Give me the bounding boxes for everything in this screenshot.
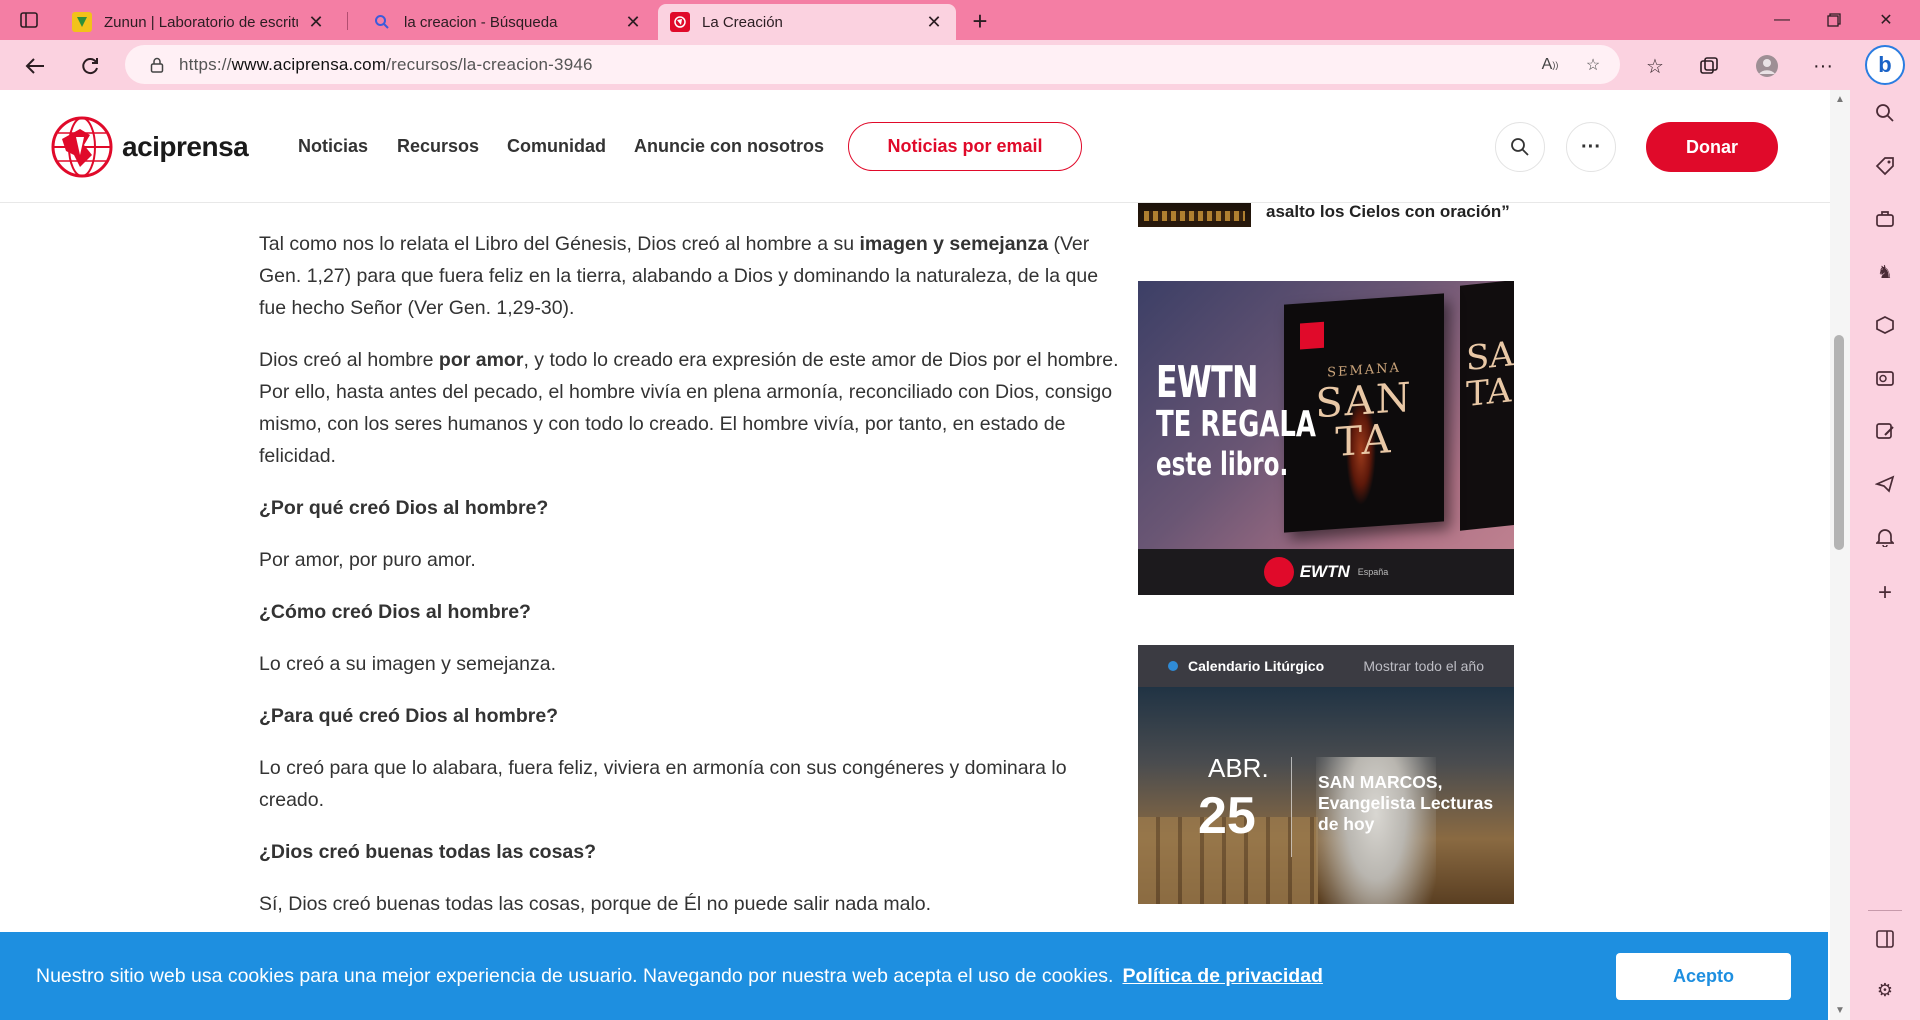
accept-cookies-button[interactable]: Acepto — [1616, 953, 1791, 1000]
paragraph: Dios creó al hombre por amor, y todo lo … — [259, 349, 1119, 467]
calendar-day: 25 — [1198, 787, 1256, 845]
minimize-button[interactable]: — — [1762, 4, 1802, 36]
restore-button[interactable] — [1814, 4, 1854, 36]
profile-avatar-icon[interactable] — [1752, 52, 1782, 80]
tab-title: la creacion - Búsqueda — [404, 13, 558, 31]
url-input[interactable]: https://www.aciprensa.com/recursos/la-cr… — [125, 45, 1620, 84]
add-favorite-icon[interactable]: ☆ — [1580, 53, 1606, 77]
nav-recursos[interactable]: Recursos — [397, 136, 479, 157]
outlook-icon[interactable] — [1870, 363, 1900, 393]
more-dots-icon: ··· — [1581, 135, 1601, 158]
add-sidebar-app-icon[interactable]: + — [1870, 578, 1900, 608]
tab-title: Zunun | Laboratorio de escritura — [104, 13, 298, 31]
microsoft-365-icon[interactable] — [1870, 310, 1900, 340]
hide-sidebar-icon[interactable] — [1870, 924, 1900, 954]
cookie-banner: Nuestro sitio web usa cookies para una m… — [0, 932, 1828, 1020]
search-icon — [1511, 138, 1529, 156]
aciprensa-favicon-icon — [670, 12, 690, 32]
sidebar-divider — [1868, 910, 1902, 911]
answer-paragraph: Lo creó para que lo alabara, fuera feliz… — [259, 757, 1067, 811]
image-creator-icon[interactable] — [1870, 416, 1900, 446]
url-text: https://www.aciprensa.com/recursos/la-cr… — [179, 54, 593, 74]
site-search-button[interactable] — [1495, 122, 1545, 172]
shopping-tag-icon[interactable] — [1870, 151, 1900, 181]
calendar-month: ABR. — [1208, 753, 1269, 783]
ad-headline: EWTN TE REGALA este libro. — [1156, 357, 1316, 484]
ad-book-back-image: SA TA — [1460, 281, 1514, 531]
ewtn-logo-icon — [1263, 557, 1294, 587]
calendar-header: Calendario Litúrgico Mostrar todo el año — [1138, 645, 1514, 687]
send-icon[interactable] — [1870, 469, 1900, 499]
tab-title: La Creación — [702, 13, 783, 31]
question-heading: ¿Por qué creó Dios al hombre? — [259, 497, 549, 519]
nav-comunidad[interactable]: Comunidad — [507, 136, 606, 157]
new-tab-button[interactable]: + — [965, 6, 995, 36]
tab-divider — [347, 12, 348, 30]
paragraph: Tal como nos lo relata el Libro del Géne… — [259, 233, 1099, 319]
tab-strip: Zunun | Laboratorio de escritura ✕ la cr… — [0, 0, 1920, 40]
lock-icon — [147, 55, 167, 75]
tab-close-icon[interactable]: ✕ — [924, 12, 944, 32]
calendar-saint-link[interactable]: SAN MARCOS, Evangelista Lecturas de hoy — [1318, 772, 1498, 835]
aciprensa-logo[interactable]: aciprensa — [50, 116, 249, 178]
tab-actions-button[interactable] — [14, 9, 44, 31]
ad-footer: EWTN España — [1138, 549, 1514, 595]
tools-briefcase-icon[interactable] — [1870, 204, 1900, 234]
collections-icon[interactable] — [1694, 52, 1724, 80]
tab-close-icon[interactable]: ✕ — [306, 12, 326, 32]
question-heading: ¿Dios creó buenas todas las cosas? — [259, 841, 597, 863]
refresh-button[interactable] — [73, 49, 107, 83]
zunun-favicon-icon — [72, 12, 92, 32]
nav-noticias[interactable]: Noticias — [298, 136, 368, 157]
tab-zunun[interactable]: Zunun | Laboratorio de escritura ✕ — [60, 4, 338, 40]
tab-la-creacion[interactable]: La Creación ✕ — [658, 4, 956, 40]
globe-logo-icon — [51, 116, 113, 178]
search-favicon-icon — [372, 12, 392, 32]
donate-button[interactable]: Donar — [1646, 122, 1778, 172]
ewtn-ad-banner[interactable]: SA TA SEMANA SAN TA EWTN TE REGALA este … — [1138, 281, 1514, 595]
site-more-button[interactable]: ··· — [1566, 122, 1616, 172]
scrollbar-thumb[interactable] — [1834, 335, 1844, 550]
liturgical-calendar-widget[interactable]: Calendario Litúrgico Mostrar todo el año… — [1138, 645, 1514, 904]
search-sidebar-icon[interactable] — [1870, 98, 1900, 128]
show-full-year-link[interactable]: Mostrar todo el año — [1363, 658, 1484, 674]
back-arrow-icon — [25, 58, 44, 74]
edge-sidebar: b ♞ + ⚙ — [1850, 40, 1920, 1020]
favorites-icon[interactable]: ☆ — [1640, 52, 1670, 80]
calendar-divider — [1291, 757, 1292, 857]
refresh-icon — [82, 58, 98, 75]
address-bar-row: https://www.aciprensa.com/recursos/la-cr… — [0, 40, 1920, 90]
email-newsletter-button[interactable]: Noticias por email — [848, 122, 1082, 171]
close-window-button[interactable]: ✕ — [1866, 4, 1906, 36]
tab-busqueda[interactable]: la creacion - Búsqueda ✕ — [360, 4, 655, 40]
notifications-bell-icon[interactable] — [1870, 522, 1900, 552]
question-heading: ¿Para qué creó Dios al hombre? — [259, 705, 559, 727]
nav-anuncie[interactable]: Anuncie con nosotros — [634, 136, 824, 157]
restore-icon — [1827, 13, 1841, 27]
article-body: Tal como nos lo relata el Libro del Géne… — [259, 228, 1119, 940]
cookie-message: Nuestro sitio web usa cookies para una m… — [36, 964, 1114, 987]
back-button[interactable] — [18, 49, 52, 83]
privacy-policy-link[interactable]: Política de privacidad — [1122, 965, 1322, 988]
tab-actions-icon — [20, 12, 38, 28]
more-menu-icon[interactable]: ··· — [1808, 52, 1838, 80]
answer-paragraph: Sí, Dios creó buenas todas las cosas, po… — [259, 893, 932, 915]
answer-paragraph: Lo creó a su imagen y semejanza. — [259, 653, 556, 675]
site-header: aciprensa Noticias Recursos Comunidad An… — [0, 90, 1830, 203]
settings-gear-icon[interactable]: ⚙ — [1870, 975, 1900, 1005]
scroll-up-arrow-icon[interactable]: ▲ — [1834, 93, 1846, 105]
question-heading: ¿Cómo creó Dios al hombre? — [259, 601, 531, 623]
logo-text: aciprensa — [122, 131, 249, 162]
games-icon[interactable]: ♞ — [1870, 257, 1900, 287]
related-article-title: asalto los Cielos con oración” — [1266, 202, 1510, 221]
tab-close-icon[interactable]: ✕ — [623, 12, 643, 32]
bing-copilot-icon[interactable]: b — [1865, 45, 1905, 85]
read-aloud-icon[interactable]: A)) — [1537, 53, 1563, 77]
page-scrollbar[interactable] — [1830, 90, 1850, 1020]
ewtn-book-logo — [1300, 321, 1324, 350]
scroll-down-arrow-icon[interactable]: ▼ — [1834, 1004, 1846, 1016]
calendar-dot-icon — [1168, 661, 1178, 671]
answer-paragraph: Por amor, por puro amor. — [259, 549, 476, 571]
